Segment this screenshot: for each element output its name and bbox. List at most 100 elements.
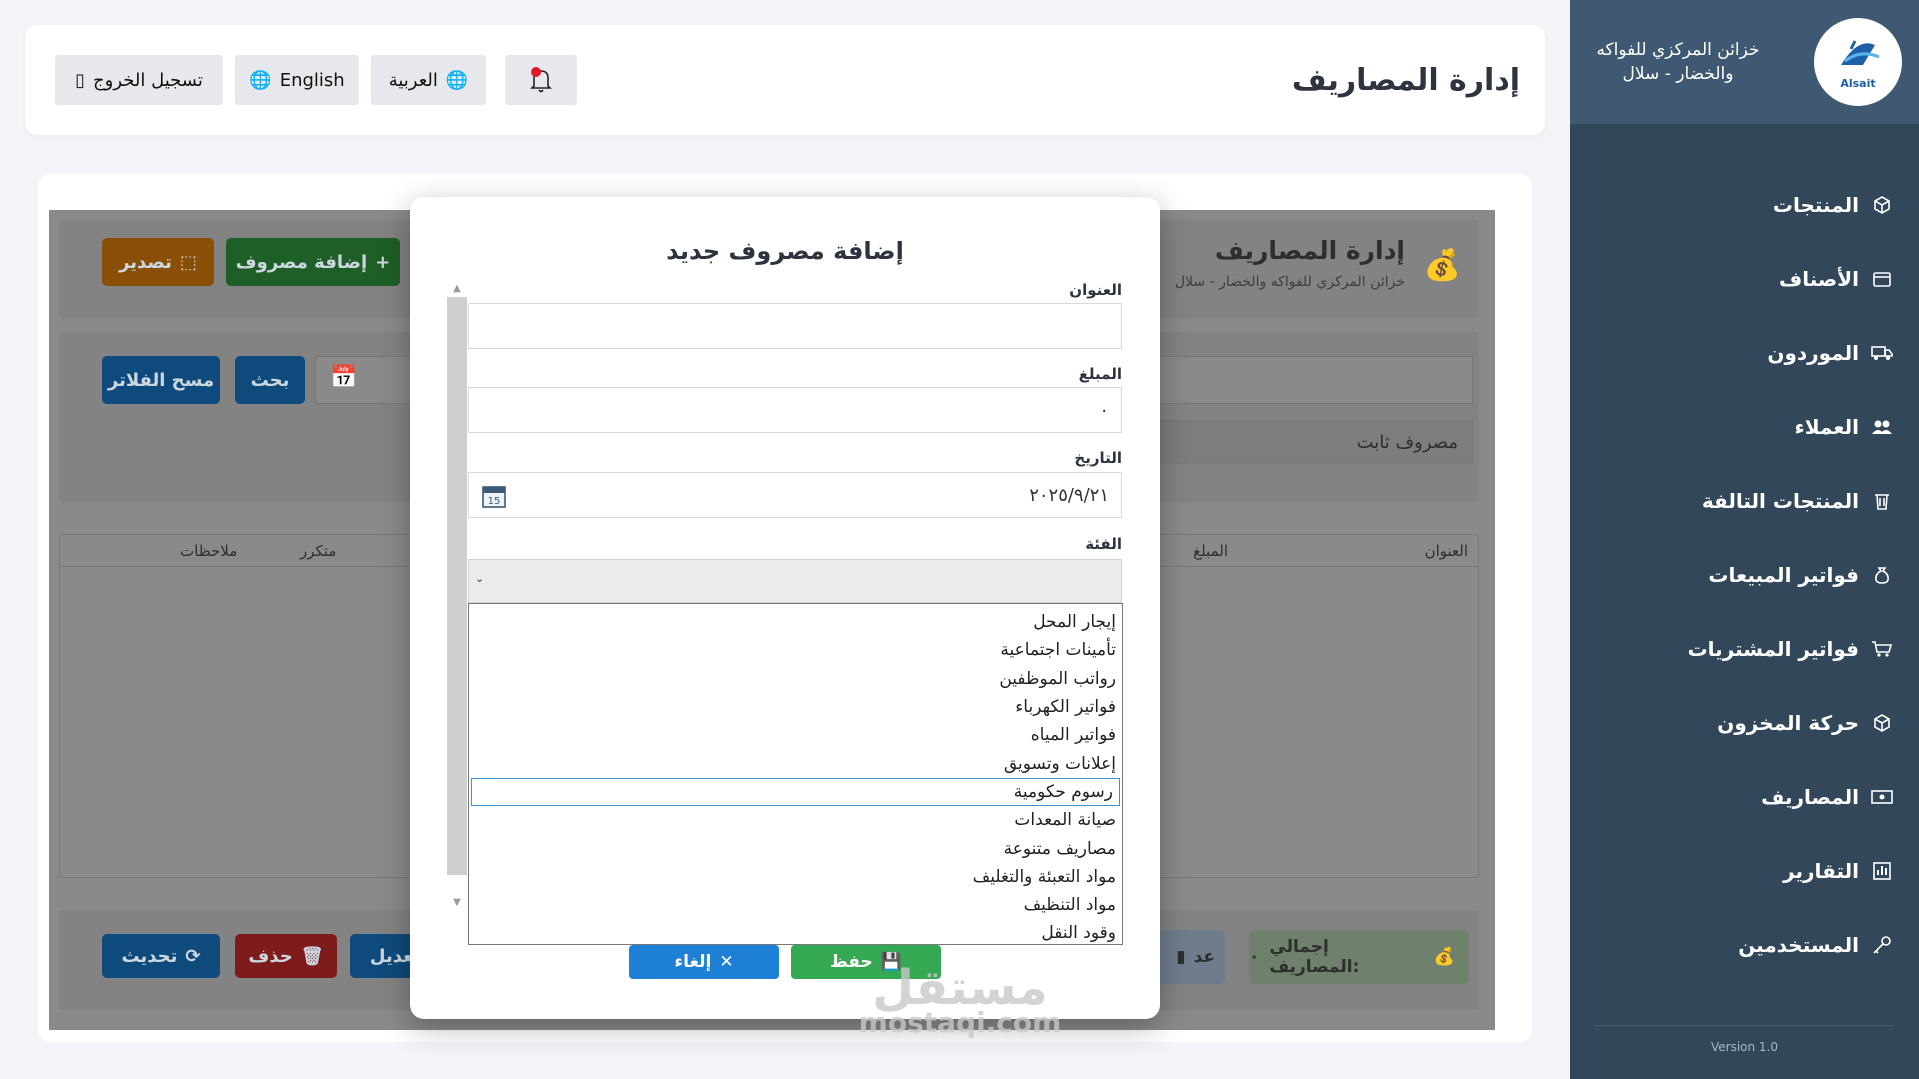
date-field[interactable]: ٢٠٢٥/٩/٢١ 15 [468, 472, 1122, 518]
trash-icon: 🗑 [300, 945, 324, 967]
category-option[interactable]: وقود النقل [469, 919, 1122, 947]
delete-button[interactable]: حذف 🗑 [235, 934, 337, 978]
category-option[interactable]: تأمينات اجتماعية [469, 636, 1122, 664]
globe-icon: 🌐 [445, 69, 469, 91]
category-option[interactable]: إيجار المحل [469, 608, 1122, 636]
logout-label: تسجيل الخروج [93, 69, 203, 91]
cancel-button[interactable]: إلغاء ✕ [629, 945, 779, 979]
english-label: English [279, 69, 345, 91]
category-option[interactable]: فواتير الكهرباء [469, 693, 1122, 721]
modal-scrollbar-thumb[interactable] [447, 297, 467, 875]
expenses-subtitle: خزائن المركزي للفواكه والخضار - سلال [1174, 274, 1405, 290]
delete-label: حذف [248, 945, 293, 967]
money-bag-icon [1871, 564, 1893, 586]
category-option[interactable]: صيانة المعدات [469, 806, 1122, 834]
add-expense-label: إضافة مصروف [235, 251, 368, 273]
sidebar-item-damaged-products[interactable]: المنتجات التالفة [1577, 464, 1897, 538]
scroll-up-arrow-icon[interactable]: ▲ [447, 279, 467, 297]
refresh-label: تحديث [121, 945, 178, 967]
export-button[interactable]: تصدير ⬚ [102, 238, 214, 286]
refresh-icon: ⟳ [185, 945, 201, 967]
export-label: تصدير [119, 251, 172, 273]
calendar-icon[interactable]: 15 [481, 483, 507, 509]
money-bag-icon: 💰 [1423, 248, 1461, 283]
trash-icon [1871, 490, 1893, 512]
users-icon [1871, 416, 1893, 438]
key-icon [1871, 934, 1893, 956]
category-option[interactable]: فواتير المياه [469, 721, 1122, 749]
expenses-title: إدارة المصاريف [1214, 236, 1405, 265]
bar-chart-icon [1871, 860, 1893, 882]
sidebar-item-sales-invoices[interactable]: فواتير المبيعات [1577, 538, 1897, 612]
category-option[interactable]: رواتب الموظفين [469, 665, 1122, 693]
sidebar-divider [1594, 1025, 1894, 1026]
sidebar-item-label: الأصناف [1779, 267, 1859, 291]
globe-icon: 🌐 [249, 69, 272, 91]
box-icon [1871, 194, 1893, 216]
amount-field-label: المبلغ [1078, 365, 1122, 383]
brand-name: خزائن المركزي للفواكه والخضار - سلال [1596, 40, 1760, 84]
add-expense-modal: إضافة مصروف جديد ▲ ▼ العنوان المبلغ ٠ ال… [410, 197, 1160, 1019]
svg-text:15: 15 [488, 496, 501, 507]
cart-icon [1871, 638, 1893, 660]
title-field[interactable] [468, 303, 1122, 349]
category-dropdown-list: إيجار المحل تأمينات اجتماعية رواتب الموظ… [468, 603, 1123, 945]
sidebar-header: Alsait خزائن المركزي للفواكه والخضار - س… [1570, 0, 1919, 124]
column-header-notes: ملاحظات [180, 542, 238, 560]
sidebar-item-label: حركة المخزون [1717, 711, 1859, 735]
sidebar-nav: المنتجات الأصناف الموردون العملاء المنتج… [1577, 168, 1897, 982]
sidebar-item-expenses[interactable]: المصاريف [1577, 760, 1897, 834]
cancel-label: إلغاء [674, 952, 712, 972]
sidebar-item-users[interactable]: المستخدمين [1577, 908, 1897, 982]
sidebar-item-inventory-movement[interactable]: حركة المخزون [1577, 686, 1897, 760]
english-language-button[interactable]: 🌐 English [235, 55, 359, 105]
category-option[interactable]: مواد التنظيف [469, 891, 1122, 919]
cash-icon [1871, 786, 1893, 808]
category-option[interactable]: مواد التعبئة والتغليف [469, 863, 1122, 891]
logout-button[interactable]: ▯ تسجيل الخروج [55, 55, 223, 105]
arabic-label: العربية [388, 69, 438, 91]
logo-mark-icon [1841, 39, 1880, 65]
sidebar-item-products[interactable]: المنتجات [1577, 168, 1897, 242]
column-header-recurring: متكرر [300, 542, 337, 560]
clear-filters-button[interactable]: مسح الفلاتر [102, 356, 220, 404]
category-option-highlighted[interactable]: رسوم حكومية [471, 777, 1120, 807]
bell-icon [530, 67, 552, 93]
notifications-button[interactable] [505, 55, 577, 105]
refresh-button[interactable]: تحديث ⟳ [102, 934, 220, 978]
add-expense-button[interactable]: إضافة مصروف + [226, 238, 400, 286]
sidebar-item-customers[interactable]: العملاء [1577, 390, 1897, 464]
export-icon: ⬚ [179, 251, 197, 273]
category-select[interactable]: ⌄ [468, 559, 1122, 603]
watermark-latin: mostaqi.com [858, 1006, 1062, 1039]
sidebar-item-label: فواتير المبيعات [1708, 563, 1859, 587]
sidebar-item-purchase-invoices[interactable]: فواتير المشتريات [1577, 612, 1897, 686]
column-header-title: العنوان [1424, 542, 1468, 560]
calendar-icon: 📅 [330, 365, 358, 390]
chevron-down-icon: ⌄ [475, 572, 485, 585]
expense-type-select[interactable]: مصروف ثابت [1159, 420, 1473, 464]
app-version: Version 1.0 [1710, 1040, 1779, 1054]
title-field-label: العنوان [1069, 281, 1122, 299]
category-field-label: الفئة [1085, 535, 1122, 553]
scroll-down-arrow-icon[interactable]: ▼ [447, 893, 467, 911]
sidebar-item-label: المنتجات [1772, 193, 1859, 217]
folder-icon [1871, 268, 1893, 290]
page-title: إدارة المصاريف [1291, 63, 1520, 98]
watermark: مستقل mostaqi.com [835, 960, 1085, 1039]
plus-icon: + [375, 251, 391, 273]
total-expenses-value: ٠ [1249, 947, 1260, 967]
arabic-language-button[interactable]: العربية 🌐 [371, 55, 486, 105]
sidebar-item-categories[interactable]: الأصناف [1577, 242, 1897, 316]
close-icon: ✕ [719, 952, 734, 972]
category-option[interactable]: إعلانات وتسويق [469, 749, 1122, 777]
sidebar-item-suppliers[interactable]: الموردون [1577, 316, 1897, 390]
door-icon: ▯ [75, 69, 86, 91]
modal-title: إضافة مصروف جديد [666, 237, 904, 265]
sidebar-item-reports[interactable]: التقارير [1577, 834, 1897, 908]
column-header-amount: المبلغ [1193, 542, 1228, 560]
category-option[interactable]: مصاريف متنوعة [469, 834, 1122, 862]
search-button[interactable]: بحث [235, 356, 305, 404]
logo-text: Alsait [1840, 76, 1876, 90]
amount-field[interactable]: ٠ [468, 387, 1122, 433]
